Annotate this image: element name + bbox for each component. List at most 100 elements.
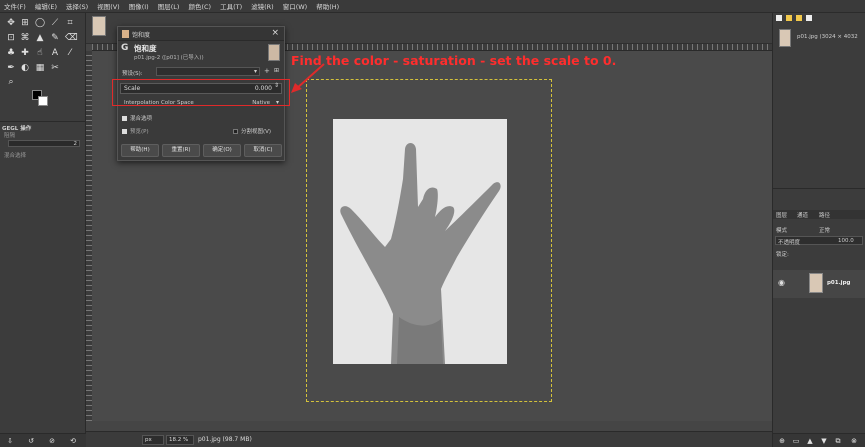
free-select-icon[interactable]: ◯: [35, 18, 45, 28]
tool-option-label: 阻隔: [4, 133, 16, 139]
close-icon[interactable]: ×: [271, 28, 279, 38]
menu-view[interactable]: 视图(V): [97, 1, 120, 11]
image-info-status: p01.jpg (98.7 MB): [198, 436, 252, 443]
font-icon[interactable]: [806, 15, 812, 21]
blend-options-label: 混合选项: [130, 116, 153, 122]
menu-windows[interactable]: 窗口(W): [283, 1, 308, 11]
opacity-label: 不透明度: [778, 240, 801, 246]
tool-option-label-2: 混合选择: [4, 153, 27, 159]
crop-tool-icon[interactable]: ⌗: [65, 18, 75, 28]
text-tool-icon[interactable]: A: [50, 48, 60, 58]
layers-footer: ⊕ ▭ ▲ ▼ ⧉ ⊗: [773, 433, 865, 447]
image-tab-thumbnail[interactable]: [92, 16, 106, 36]
pattern-icon[interactable]: [786, 15, 792, 21]
brush-icon[interactable]: [776, 15, 782, 21]
toolbox-footer: ⇩ ↺ ⊘ ⟲: [0, 433, 86, 447]
cancel-button[interactable]: 取消(C): [244, 144, 282, 157]
layer-name[interactable]: p01.jpg: [827, 280, 850, 286]
restore-preset-icon[interactable]: ↺: [26, 436, 36, 446]
transform-tool-icon[interactable]: ⊡: [6, 33, 16, 43]
menu-colors[interactable]: 颜色(C): [188, 1, 211, 11]
lower-layer-icon[interactable]: ▼: [819, 436, 829, 446]
zoom-tool-icon[interactable]: ⌕: [6, 77, 16, 87]
align-tool-icon[interactable]: ⊞: [20, 18, 30, 28]
toolbox: ✥ ⊞ ◯ ⟋ ⌗ ⊡ ⌘ ▲ ✎ ⌫ ♣ ✚ ☝ A ⁄ ✒ ◐ ▦ ✂ ⌕ …: [0, 13, 86, 447]
image-list-label[interactable]: p01.jpg (3024 × 4032: [797, 34, 858, 40]
image-list-thumbnail[interactable]: [779, 29, 791, 47]
split-view-label: 分割视图(V): [241, 129, 272, 135]
image-photo[interactable]: [333, 119, 507, 364]
opacity-value: 100.0: [838, 238, 854, 244]
mode-label: 模式: [776, 228, 788, 234]
app-icon: [122, 30, 129, 38]
blend-options-row[interactable]: 混合选项: [122, 114, 152, 122]
tab-channels[interactable]: 通道: [797, 211, 808, 219]
expander-icon: [122, 116, 127, 121]
reset-icon[interactable]: ⟲: [68, 436, 78, 446]
statusbar: px 18.2 % p01.jpg (98.7 MB): [86, 431, 772, 447]
checkbox-icon: [233, 129, 238, 134]
right-dock: p01.jpg (3024 × 4032 图层 通道 路径 模式 正常 不透明度…: [772, 13, 865, 447]
presets-dropdown[interactable]: ▾: [156, 67, 260, 76]
ok-button[interactable]: 确定(O): [203, 144, 241, 157]
tab-paths[interactable]: 路径: [819, 211, 830, 219]
checkbox-icon: [122, 129, 127, 134]
delete-preset-icon[interactable]: ⊘: [47, 436, 57, 446]
dialog-titlebar: 饱和度 ×: [118, 27, 284, 41]
annotation-text: Find the color - saturation - set the sc…: [291, 53, 617, 68]
scissors-icon[interactable]: ✂: [50, 63, 60, 73]
menu-tools[interactable]: 工具(T): [220, 1, 242, 11]
gegl-logo-icon: G: [121, 43, 129, 53]
menu-edit[interactable]: 编辑(E): [35, 1, 57, 11]
new-layer-icon[interactable]: ⊕: [777, 436, 787, 446]
help-button[interactable]: 帮助(H): [121, 144, 159, 157]
gradient-tool-icon[interactable]: ▦: [35, 63, 45, 73]
layer-row[interactable]: ◉ p01.jpg: [773, 270, 865, 298]
clone-tool-icon[interactable]: ♣: [6, 48, 16, 58]
tool-option-field[interactable]: 2: [8, 140, 80, 147]
move-tool-icon[interactable]: ✥: [6, 18, 16, 28]
layer-thumbnail: [809, 273, 823, 293]
fuzzy-select-icon[interactable]: ⟋: [50, 18, 60, 28]
path-tool-icon[interactable]: ✒: [6, 63, 16, 73]
unit-selector[interactable]: px: [142, 435, 164, 445]
menu-file[interactable]: 文件(F): [4, 1, 26, 11]
preset-menu-icon[interactable]: ⊞: [274, 67, 279, 74]
background-color-swatch[interactable]: [38, 96, 48, 106]
save-preset-icon[interactable]: ⇩: [5, 436, 15, 446]
lock-label: 锁定:: [776, 252, 789, 258]
gimp-window: 文件(F) 编辑(E) 选择(S) 视图(V) 图像(I) 图层(L) 颜色(C…: [0, 0, 865, 447]
new-group-icon[interactable]: ▭: [791, 436, 801, 446]
menu-select[interactable]: 选择(S): [66, 1, 88, 11]
dodge-tool-icon[interactable]: ◐: [20, 63, 30, 73]
divider: [0, 121, 86, 122]
duplicate-layer-icon[interactable]: ⧉: [833, 436, 843, 446]
reset-button[interactable]: 重置(R): [162, 144, 200, 157]
preview-label: 预览(P): [130, 129, 149, 135]
split-view-checkbox[interactable]: 分割视图(V): [233, 127, 271, 135]
divider: [773, 188, 865, 189]
delete-layer-icon[interactable]: ⊗: [849, 436, 859, 446]
heal-tool-icon[interactable]: ✚: [20, 48, 30, 58]
tab-layers[interactable]: 图层: [776, 211, 787, 219]
add-preset-icon[interactable]: +: [264, 67, 270, 75]
menu-layer[interactable]: 图层(L): [158, 1, 180, 11]
eye-icon[interactable]: ◉: [778, 278, 785, 287]
menu-help[interactable]: 帮助(H): [316, 1, 339, 11]
gradient-icon[interactable]: [796, 15, 802, 21]
menu-filters[interactable]: 滤镜(R): [251, 1, 274, 11]
zoom-selector[interactable]: 18.2 %: [166, 435, 194, 445]
menubar: 文件(F) 编辑(E) 选择(S) 视图(V) 图像(I) 图层(L) 颜色(C…: [0, 0, 865, 13]
paintbrush-icon[interactable]: ✎: [50, 33, 60, 43]
raise-layer-icon[interactable]: ▲: [805, 436, 815, 446]
warp-tool-icon[interactable]: ⌘: [20, 33, 30, 43]
opacity-slider[interactable]: 不透明度 100.0: [775, 236, 863, 246]
annotation-highlight-box: [112, 79, 290, 106]
smudge-tool-icon[interactable]: ☝: [35, 48, 45, 58]
eraser-icon[interactable]: ⌫: [65, 33, 78, 43]
menu-image[interactable]: 图像(I): [129, 1, 149, 11]
color-picker-icon[interactable]: ⁄: [65, 48, 75, 58]
bucket-fill-icon[interactable]: ▲: [35, 33, 45, 43]
preview-checkbox[interactable]: 预览(P): [122, 127, 149, 135]
mode-value[interactable]: 正常: [819, 226, 830, 234]
